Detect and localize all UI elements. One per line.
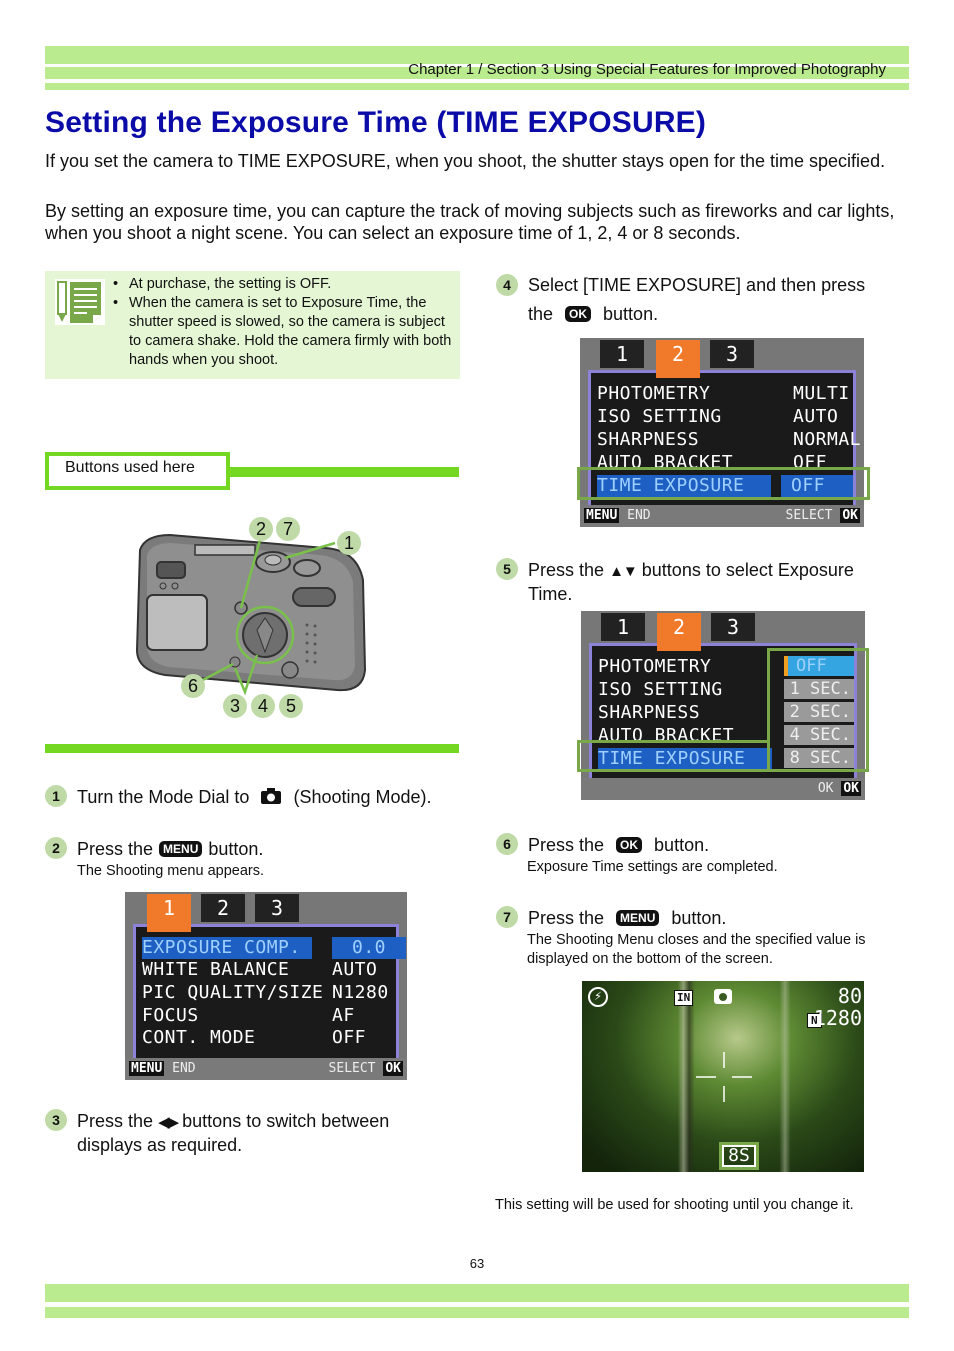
step-text: Press the	[528, 908, 605, 928]
note-box: At purchase, the setting is OFF. When th…	[45, 271, 460, 379]
tab-2: 2	[201, 894, 245, 922]
page-number: 63	[469, 1256, 485, 1271]
exposure-time-badge: 8S	[719, 1142, 759, 1170]
step-number: 3	[45, 1109, 67, 1131]
callout-1: 1	[337, 531, 361, 555]
memory-indicator: IN	[674, 990, 694, 1006]
buttons-used-label: Buttons used here	[45, 452, 230, 490]
step-2-note: The Shooting menu appears.	[77, 863, 265, 879]
intro-paragraph-1: If you set the camera to TIME EXPOSURE, …	[45, 151, 886, 171]
highlight-time-exposure	[577, 740, 770, 772]
step-text: Turn the Mode Dial to	[77, 787, 250, 807]
image-size: 1280	[813, 1006, 862, 1030]
tab-1: 1	[147, 894, 191, 932]
note-list: At purchase, the setting is OFF. When th…	[113, 275, 453, 370]
step-number: 6	[496, 833, 518, 855]
menu-row: WHITE BALANCE AUTO	[142, 959, 378, 980]
step-text: Press the	[77, 1111, 154, 1131]
menu-row: EXPOSURE COMP. 0.0	[142, 937, 406, 959]
step-text: buttons to select Exposure	[641, 560, 854, 580]
up-down-arrows-icon: ▲▼	[609, 563, 638, 580]
step-text: buttons to switch between	[182, 1111, 390, 1131]
chapter-breadcrumb: Chapter 1 / Section 3 Using Special Feat…	[408, 61, 886, 78]
tab-3: 3	[711, 613, 755, 641]
step-text: Select [TIME EXPOSURE] and then press	[528, 275, 866, 295]
header-band-bottom	[45, 83, 909, 90]
step-number: 1	[45, 785, 67, 807]
section-divider	[228, 467, 459, 477]
page-title: Setting the Exposure Time (TIME EXPOSURE…	[45, 106, 707, 139]
camera-icon	[261, 788, 282, 804]
ok-key-badge: OK	[616, 837, 643, 853]
step-7-note: The Shooting Menu closes and the specifi…	[527, 932, 866, 967]
callout-4: 4	[251, 694, 275, 718]
menu-row: PHOTOMETRY MULTI	[597, 383, 850, 404]
callout-7: 7	[276, 517, 300, 541]
step-text: (Shooting Mode).	[293, 787, 432, 807]
camera-mode-icon	[714, 989, 732, 1004]
section-divider	[45, 744, 459, 753]
menu-key-badge: MENU	[159, 841, 203, 857]
step-text: Press the	[528, 835, 605, 855]
menu-key-badge: MENU	[616, 910, 660, 926]
intro-paragraph-2: By setting an exposure time, you can cap…	[45, 201, 895, 243]
step-text: Press the	[528, 560, 605, 580]
flash-off-icon: ⚡	[588, 987, 608, 1007]
footer-note: This setting will be used for shooting u…	[495, 1197, 854, 1213]
ok-key-badge: OK	[565, 306, 592, 322]
step-text: Time.	[528, 584, 573, 604]
tab-3: 3	[710, 340, 754, 368]
focus-crosshair-icon	[696, 1052, 752, 1102]
note-item: When the camera is set to Exposure Time,…	[113, 294, 453, 370]
memo-pencil-icon	[55, 279, 105, 325]
callout-3: 3	[223, 694, 247, 718]
step-number: 2	[45, 837, 67, 859]
step-number: 4	[496, 274, 518, 296]
step-number: 7	[496, 906, 518, 928]
step-text: button.	[654, 835, 710, 855]
tab-1: 1	[601, 613, 645, 641]
step-text: Press the	[77, 839, 154, 859]
menu-row: SHARPNESS NORMAL	[597, 429, 862, 450]
step-text: button.	[208, 839, 264, 859]
tab-3: 3	[255, 894, 299, 922]
step-text: the	[528, 304, 554, 324]
menu-row: ISO SETTING AUTO	[597, 406, 839, 427]
callout-5: 5	[279, 694, 303, 718]
menu-screen-page-1: 1 2 3 EXPOSURE COMP. 0.0 WHITE BALANCE AUT…	[125, 892, 407, 1080]
callout-2: 2	[249, 517, 273, 541]
step-text: displays as required.	[77, 1135, 243, 1155]
note-item: At purchase, the setting is OFF.	[113, 275, 453, 294]
shots-remaining: 80	[837, 984, 862, 1008]
menu-row: CONT. MODE OFF	[142, 1027, 367, 1048]
tab-2: 2	[656, 340, 700, 378]
tab-2: 2	[657, 613, 701, 651]
menu-row: PIC QUALITY/SIZE N1280	[142, 982, 389, 1003]
highlight-options	[767, 648, 869, 772]
left-right-arrows-icon: ◀▶	[158, 1114, 179, 1131]
camera-preview-image: ⚡ IN 80 N 1280 8S	[582, 981, 864, 1172]
highlight-time-exposure	[577, 467, 870, 500]
menu-row: FOCUS AF	[142, 1005, 355, 1026]
step-6-note: Exposure Time settings are completed.	[527, 859, 778, 875]
footer-band-top	[45, 1284, 909, 1302]
camera-diagram: 2 7 1 6 3 4 5	[125, 510, 375, 720]
footer-band-bottom	[45, 1307, 909, 1318]
tab-1: 1	[600, 340, 644, 368]
step-text: button.	[671, 908, 727, 928]
step-number: 5	[496, 558, 518, 580]
step-text: button.	[603, 304, 659, 324]
callout-6: 6	[181, 674, 205, 698]
